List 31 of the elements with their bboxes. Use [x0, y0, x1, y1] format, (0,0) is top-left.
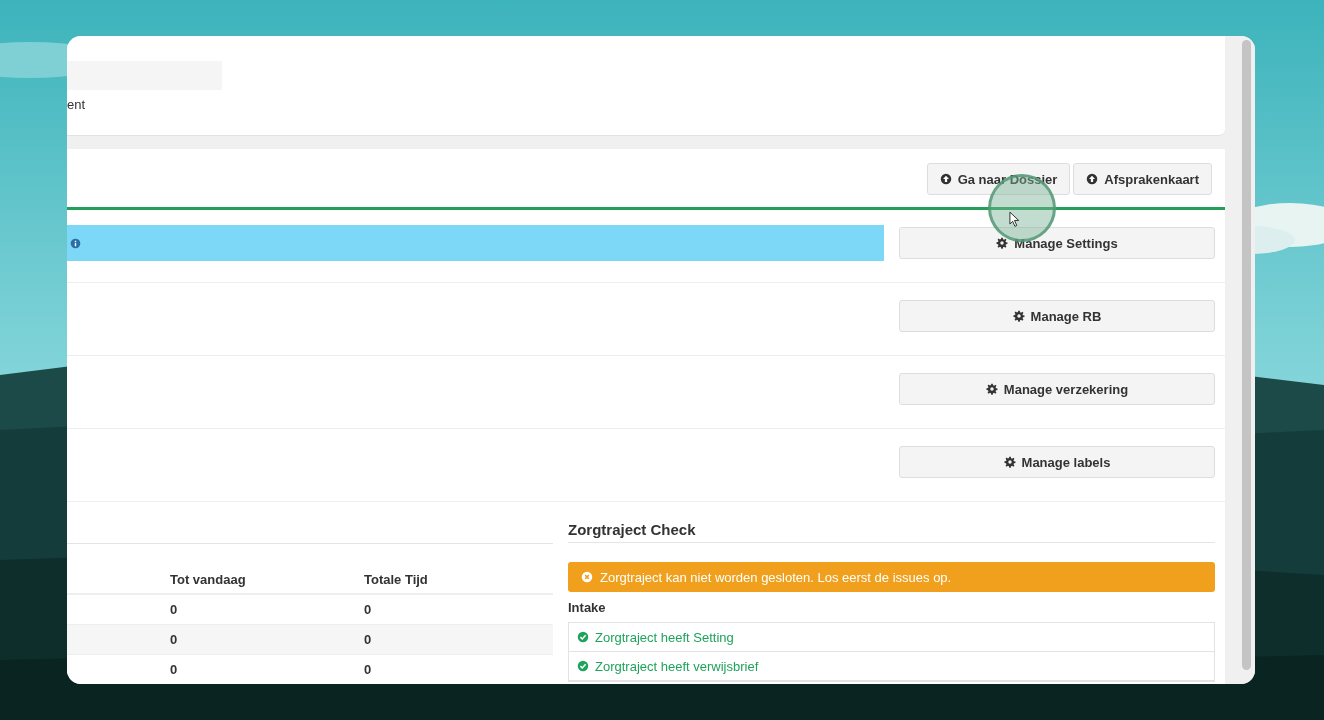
gear-icon — [1003, 456, 1016, 468]
manage-button[interactable]: Manage verzekering — [899, 373, 1215, 405]
field-label: ent — [67, 97, 86, 112]
scrollbar[interactable] — [1242, 40, 1251, 670]
manage-button[interactable]: Manage Settings — [899, 227, 1215, 259]
table-cell: 0 — [364, 602, 372, 617]
info-icon — [70, 237, 81, 249]
nav-button[interactable]: Ga naar Dossier — [926, 163, 1071, 195]
input-field[interactable] — [67, 61, 222, 90]
arrow-up-circle-icon — [1086, 173, 1099, 185]
table-cell: 0 — [364, 632, 372, 647]
cursor-icon — [1009, 211, 1020, 228]
subsection-title: Intake — [568, 600, 606, 615]
alert-text: Zorgtraject kan niet worden gesloten. Los eerst de issues op. — [600, 569, 952, 585]
table-cell: 0 — [170, 632, 178, 647]
section-title: Zorgtraject Check — [568, 521, 696, 538]
table-cell: 0 — [364, 662, 372, 677]
gear-icon — [996, 237, 1009, 249]
table-cell: 0 — [170, 602, 178, 617]
arrow-up-circle-icon — [939, 173, 952, 185]
check-item: Zorgtraject heeft verwijsbrief — [569, 652, 1214, 681]
nav-button[interactable]: Afsprakenkaart — [1073, 163, 1212, 195]
column-header: Totale Tijd — [364, 572, 428, 587]
table-cell: 0 — [170, 662, 178, 677]
gear-icon — [985, 383, 998, 395]
manage-button[interactable]: Manage labels — [899, 446, 1215, 478]
check-item: Zorgtraject heeft Setting — [569, 623, 1214, 652]
manage-button[interactable]: Manage RB — [899, 300, 1215, 332]
gear-icon — [1012, 310, 1025, 322]
column-header: Tot vandaag — [170, 572, 246, 587]
close-circle-icon — [581, 571, 593, 583]
